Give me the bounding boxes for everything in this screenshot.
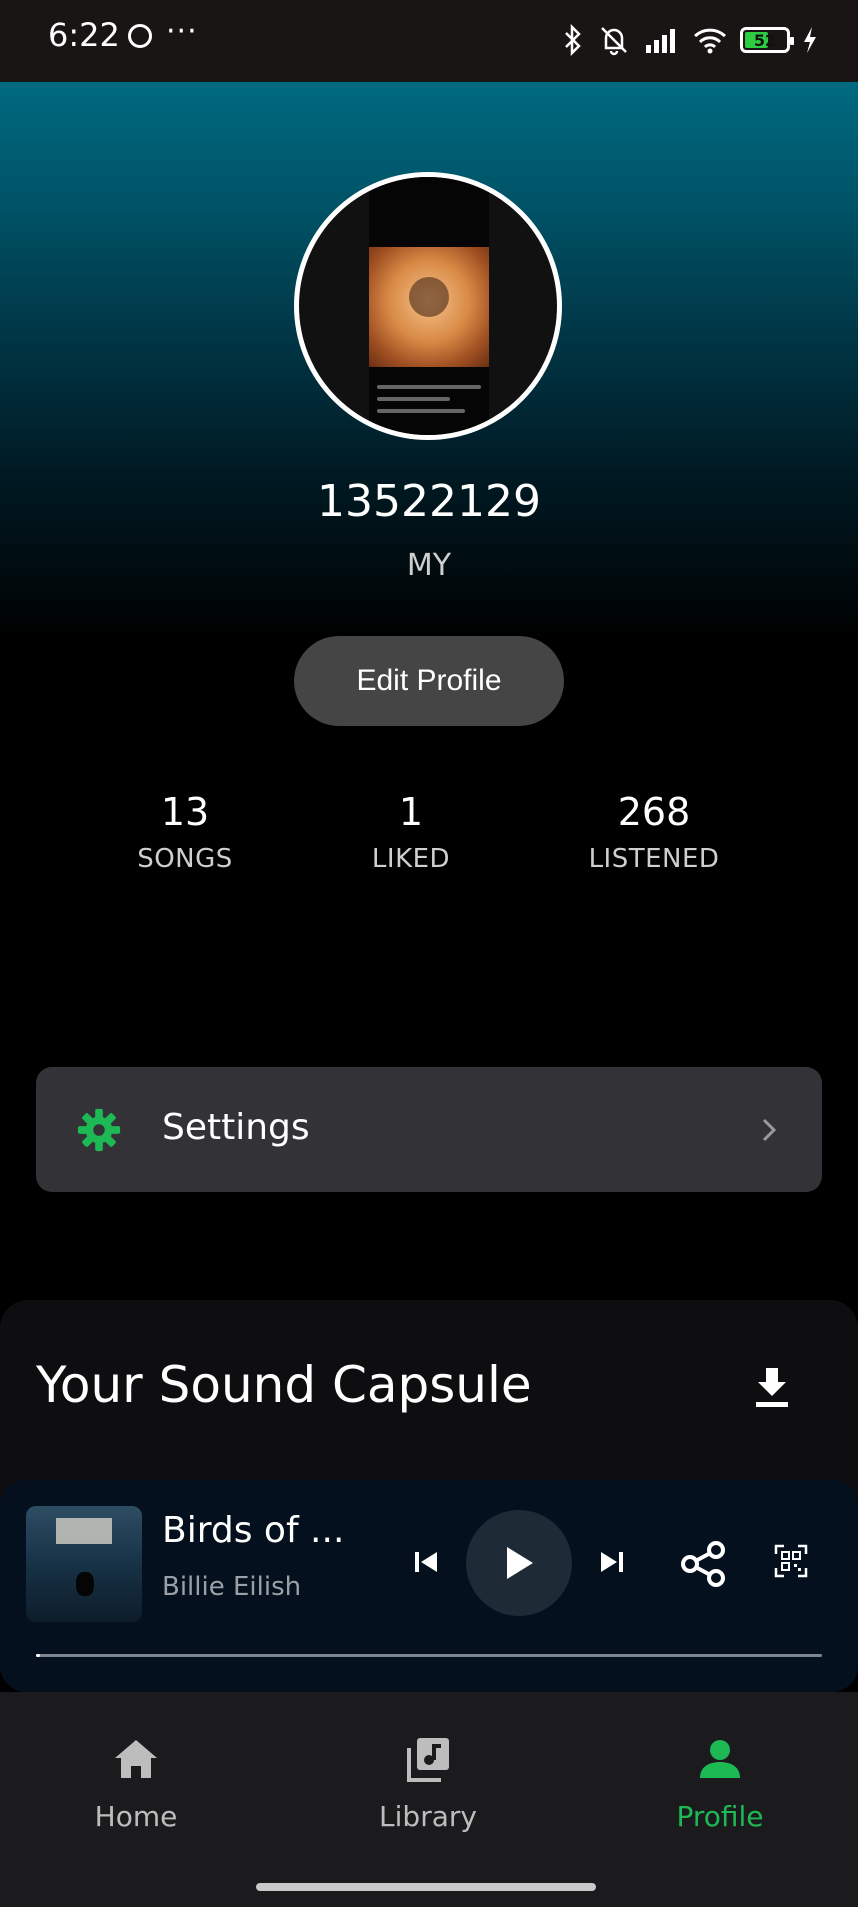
play-icon — [507, 1547, 533, 1579]
nav-label: Library — [379, 1800, 477, 1833]
nav-home[interactable]: Home — [36, 1734, 236, 1833]
qr-button[interactable] — [774, 1544, 808, 1578]
nav-profile[interactable]: Profile — [620, 1734, 820, 1833]
bluetooth-icon — [565, 24, 581, 56]
library-icon — [407, 1738, 449, 1782]
home-indicator[interactable] — [256, 1883, 596, 1891]
notification-face-icon — [128, 24, 152, 48]
share-icon — [681, 1541, 725, 1587]
battery-icon: 52 — [740, 27, 794, 53]
share-button[interactable] — [678, 1540, 728, 1588]
download-icon[interactable] — [752, 1366, 792, 1410]
battery-percent: 52 — [753, 30, 777, 50]
status-bar: 6:22 ··· 52 — [0, 0, 858, 82]
stat-liked: 1 LIKED — [311, 790, 511, 874]
status-time: 6:22 — [48, 16, 120, 54]
chevron-right-icon — [762, 1118, 777, 1142]
gear-icon — [77, 1108, 121, 1152]
avatar-image — [369, 177, 489, 435]
track-artist: Billie Eilish — [162, 1572, 302, 1602]
next-button[interactable] — [592, 1542, 632, 1582]
stat-listened: 268 LISTENED — [554, 790, 754, 874]
stat-songs: 13 SONGS — [85, 790, 285, 874]
album-art — [26, 1506, 142, 1622]
progress-bar[interactable] — [36, 1654, 822, 1657]
edit-profile-button[interactable]: Edit Profile — [294, 636, 564, 726]
qr-icon — [774, 1544, 808, 1578]
play-button[interactable] — [466, 1510, 572, 1616]
previous-button[interactable] — [406, 1542, 446, 1582]
mini-player[interactable]: Birds of ... Billie Eilish — [0, 1480, 858, 1692]
profile-icon — [700, 1740, 740, 1778]
bottom-navigation: Home Library Profile — [0, 1692, 858, 1907]
charging-icon — [804, 27, 816, 53]
nav-library[interactable]: Library — [328, 1734, 528, 1833]
stat-value: 13 — [160, 790, 210, 834]
status-icons: 52 — [562, 20, 818, 60]
previous-icon — [415, 1552, 437, 1572]
profile-username: 13522129 — [317, 476, 541, 527]
nav-label: Home — [94, 1800, 178, 1833]
sound-capsule-title: Your Sound Capsule — [36, 1356, 532, 1414]
home-icon — [115, 1740, 157, 1778]
stat-value: 1 — [398, 790, 424, 834]
settings-label: Settings — [162, 1107, 310, 1148]
muted-bell-icon — [601, 27, 627, 56]
status-more-notifications: ··· — [166, 14, 198, 49]
progress-fill — [36, 1654, 40, 1657]
stat-label: LIKED — [371, 844, 451, 874]
stat-label: LISTENED — [588, 844, 720, 874]
track-title: Birds of ... — [162, 1510, 345, 1551]
next-icon — [601, 1552, 623, 1572]
profile-country: MY — [406, 548, 452, 583]
settings-row[interactable]: Settings — [36, 1067, 822, 1192]
stat-value: 268 — [617, 790, 691, 834]
stat-label: SONGS — [137, 844, 233, 874]
wifi-icon — [693, 28, 727, 54]
signal-icon — [646, 29, 675, 53]
profile-avatar[interactable] — [294, 172, 562, 440]
nav-label: Profile — [676, 1800, 764, 1833]
